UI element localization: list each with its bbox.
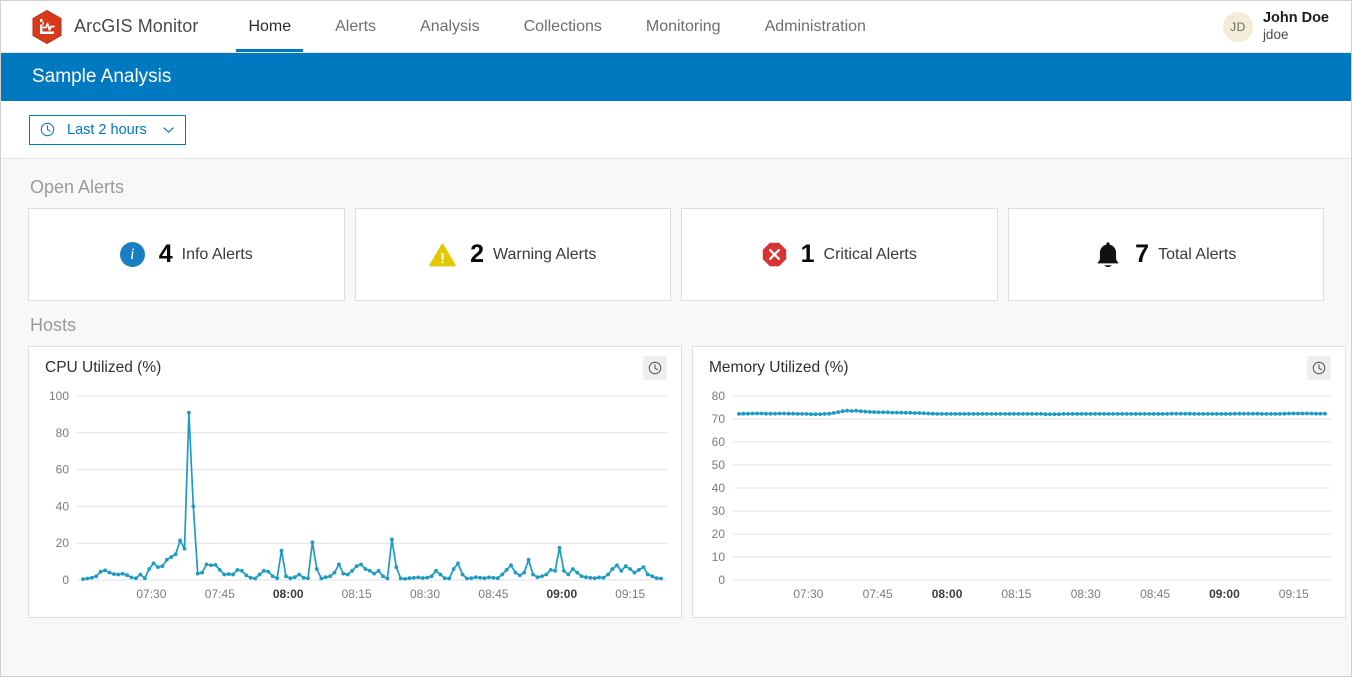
critical-octagon-icon xyxy=(762,242,786,267)
time-range-value: Last 2 hours xyxy=(67,121,147,138)
alert-card-total[interactable]: 7 Total Alerts xyxy=(1007,208,1324,301)
svg-text:09:15: 09:15 xyxy=(1279,587,1309,601)
chart-card-memory: Memory Utilized (%) 0 10 20 30 40 50 60 70 80 07:… xyxy=(692,346,1346,618)
svg-text:0: 0 xyxy=(62,573,69,587)
svg-text:60: 60 xyxy=(56,463,70,477)
brand[interactable]: ArcGIS Monitor xyxy=(1,9,199,44)
svg-text:08:30: 08:30 xyxy=(1071,587,1101,601)
user-text: John Doe jdoe xyxy=(1263,9,1329,44)
svg-text:07:45: 07:45 xyxy=(863,587,893,601)
clock-icon xyxy=(40,122,55,137)
clock-icon xyxy=(648,361,662,375)
bell-icon xyxy=(1097,242,1119,268)
nav-item-administration[interactable]: Administration xyxy=(743,1,888,52)
nav-item-home[interactable]: Home xyxy=(226,1,313,52)
brand-name: ArcGIS Monitor xyxy=(74,16,199,36)
svg-text:08:45: 08:45 xyxy=(478,587,508,601)
svg-text:30: 30 xyxy=(712,504,726,518)
avatar: JD xyxy=(1222,11,1253,42)
svg-text:08:00: 08:00 xyxy=(932,587,963,601)
alert-card-critical-count: 1 xyxy=(800,240,815,268)
svg-text:09:00: 09:00 xyxy=(1209,587,1240,601)
svg-text:10: 10 xyxy=(712,550,726,564)
alert-card-total-label: Total Alerts xyxy=(1158,245,1237,263)
warning-triangle-icon xyxy=(429,243,456,266)
svg-text:70: 70 xyxy=(712,412,726,426)
svg-text:09:00: 09:00 xyxy=(546,587,577,601)
alert-card-warning[interactable]: 2 Warning Alerts xyxy=(354,208,671,301)
chart-card-memory-header: Memory Utilized (%) xyxy=(701,356,1335,380)
info-circle-icon: i xyxy=(119,242,145,267)
clock-icon xyxy=(1312,361,1326,375)
svg-text:20: 20 xyxy=(56,536,70,550)
svg-text:80: 80 xyxy=(56,426,70,440)
chart-card-memory-clock-button[interactable] xyxy=(1307,356,1331,380)
open-alerts-heading: Open Alerts xyxy=(30,177,125,197)
svg-text:08:15: 08:15 xyxy=(342,587,372,601)
svg-text:80: 80 xyxy=(712,389,726,403)
svg-text:07:30: 07:30 xyxy=(136,587,166,601)
user-menu[interactable]: JD John Doe jdoe xyxy=(1222,1,1329,52)
chart-memory-plot[interactable]: 0 10 20 30 40 50 60 70 80 07:30 07:45 08:00 08:15 08:… xyxy=(701,388,1335,606)
nav-item-alerts[interactable]: Alerts xyxy=(313,1,398,52)
nav-items: Home Alerts Analysis Collections Monitor… xyxy=(226,1,888,52)
user-name: John Doe xyxy=(1262,10,1329,26)
alert-card-warning-inner: 2 Warning Alerts xyxy=(429,242,596,267)
page-title: Sample Analysis xyxy=(32,66,172,87)
hosts-chart-row: CPU Utilized (%) 0 20 40 60 80 100 07:30 07:45 0… xyxy=(28,346,1346,618)
svg-text:07:45: 07:45 xyxy=(205,587,235,601)
alert-card-info-inner: i 4 Info Alerts xyxy=(119,240,253,268)
alert-card-total-count: 7 xyxy=(1135,240,1150,268)
svg-text:08:00: 08:00 xyxy=(273,587,304,601)
svg-text:0: 0 xyxy=(718,573,725,587)
hosts-heading: Hosts xyxy=(30,315,77,335)
alert-card-critical-inner: 1 Critical Alerts xyxy=(762,242,917,267)
alert-card-warning-label: Warning Alerts xyxy=(492,245,597,263)
svg-text:60: 60 xyxy=(712,435,726,449)
svg-text:07:30: 07:30 xyxy=(793,587,823,601)
chart-cpu-plot[interactable]: 0 20 40 60 80 100 07:30 07:45 08:00 08:15 08:30 08:… xyxy=(37,388,671,606)
page-title-bar: Sample Analysis xyxy=(1,53,1351,101)
nav-item-collections[interactable]: Collections xyxy=(502,1,624,52)
filter-bar: Last 2 hours xyxy=(1,101,1351,158)
svg-text:50: 50 xyxy=(712,458,726,472)
time-range-picker[interactable]: Last 2 hours xyxy=(29,114,186,145)
user-handle: jdoe xyxy=(1262,27,1289,43)
svg-text:40: 40 xyxy=(56,499,70,513)
arcgis-monitor-hexagon-pulse-icon xyxy=(32,9,62,44)
chevron-down-icon xyxy=(163,126,174,133)
alert-card-info[interactable]: i 4 Info Alerts xyxy=(28,208,345,301)
content-area: Open Alerts i 4 Info Alerts 2 Warning Al… xyxy=(1,158,1351,676)
svg-text:08:30: 08:30 xyxy=(410,587,440,601)
top-navigation-bar: ArcGIS Monitor Home Alerts Analysis Coll… xyxy=(1,1,1351,53)
nav-item-monitoring[interactable]: Monitoring xyxy=(624,1,743,52)
alert-card-warning-count: 2 xyxy=(470,240,484,268)
alert-card-info-count: 4 xyxy=(158,240,173,268)
chart-card-memory-title: Memory Utilized (%) xyxy=(709,359,849,376)
alert-card-info-label: Info Alerts xyxy=(181,245,253,263)
chart-card-cpu: CPU Utilized (%) 0 20 40 60 80 100 07:30 07:45 0… xyxy=(28,346,682,618)
svg-text:09:15: 09:15 xyxy=(615,587,645,601)
svg-text:40: 40 xyxy=(712,481,726,495)
svg-text:100: 100 xyxy=(49,389,69,403)
chart-card-cpu-header: CPU Utilized (%) xyxy=(37,356,671,380)
chart-card-cpu-clock-button[interactable] xyxy=(643,356,667,380)
alert-card-critical[interactable]: 1 Critical Alerts xyxy=(681,208,998,301)
svg-text:20: 20 xyxy=(712,527,726,541)
svg-text:08:45: 08:45 xyxy=(1140,587,1170,601)
app-root: ArcGIS Monitor Home Alerts Analysis Coll… xyxy=(0,0,1352,677)
svg-text:08:15: 08:15 xyxy=(1001,587,1031,601)
alert-card-critical-label: Critical Alerts xyxy=(823,245,917,263)
open-alerts-row: i 4 Info Alerts 2 Warning Alerts 1 Criti… xyxy=(28,208,1324,301)
alert-card-total-inner: 7 Total Alerts xyxy=(1095,241,1236,268)
nav-item-analysis[interactable]: Analysis xyxy=(398,1,502,52)
chart-card-cpu-title: CPU Utilized (%) xyxy=(45,359,162,376)
